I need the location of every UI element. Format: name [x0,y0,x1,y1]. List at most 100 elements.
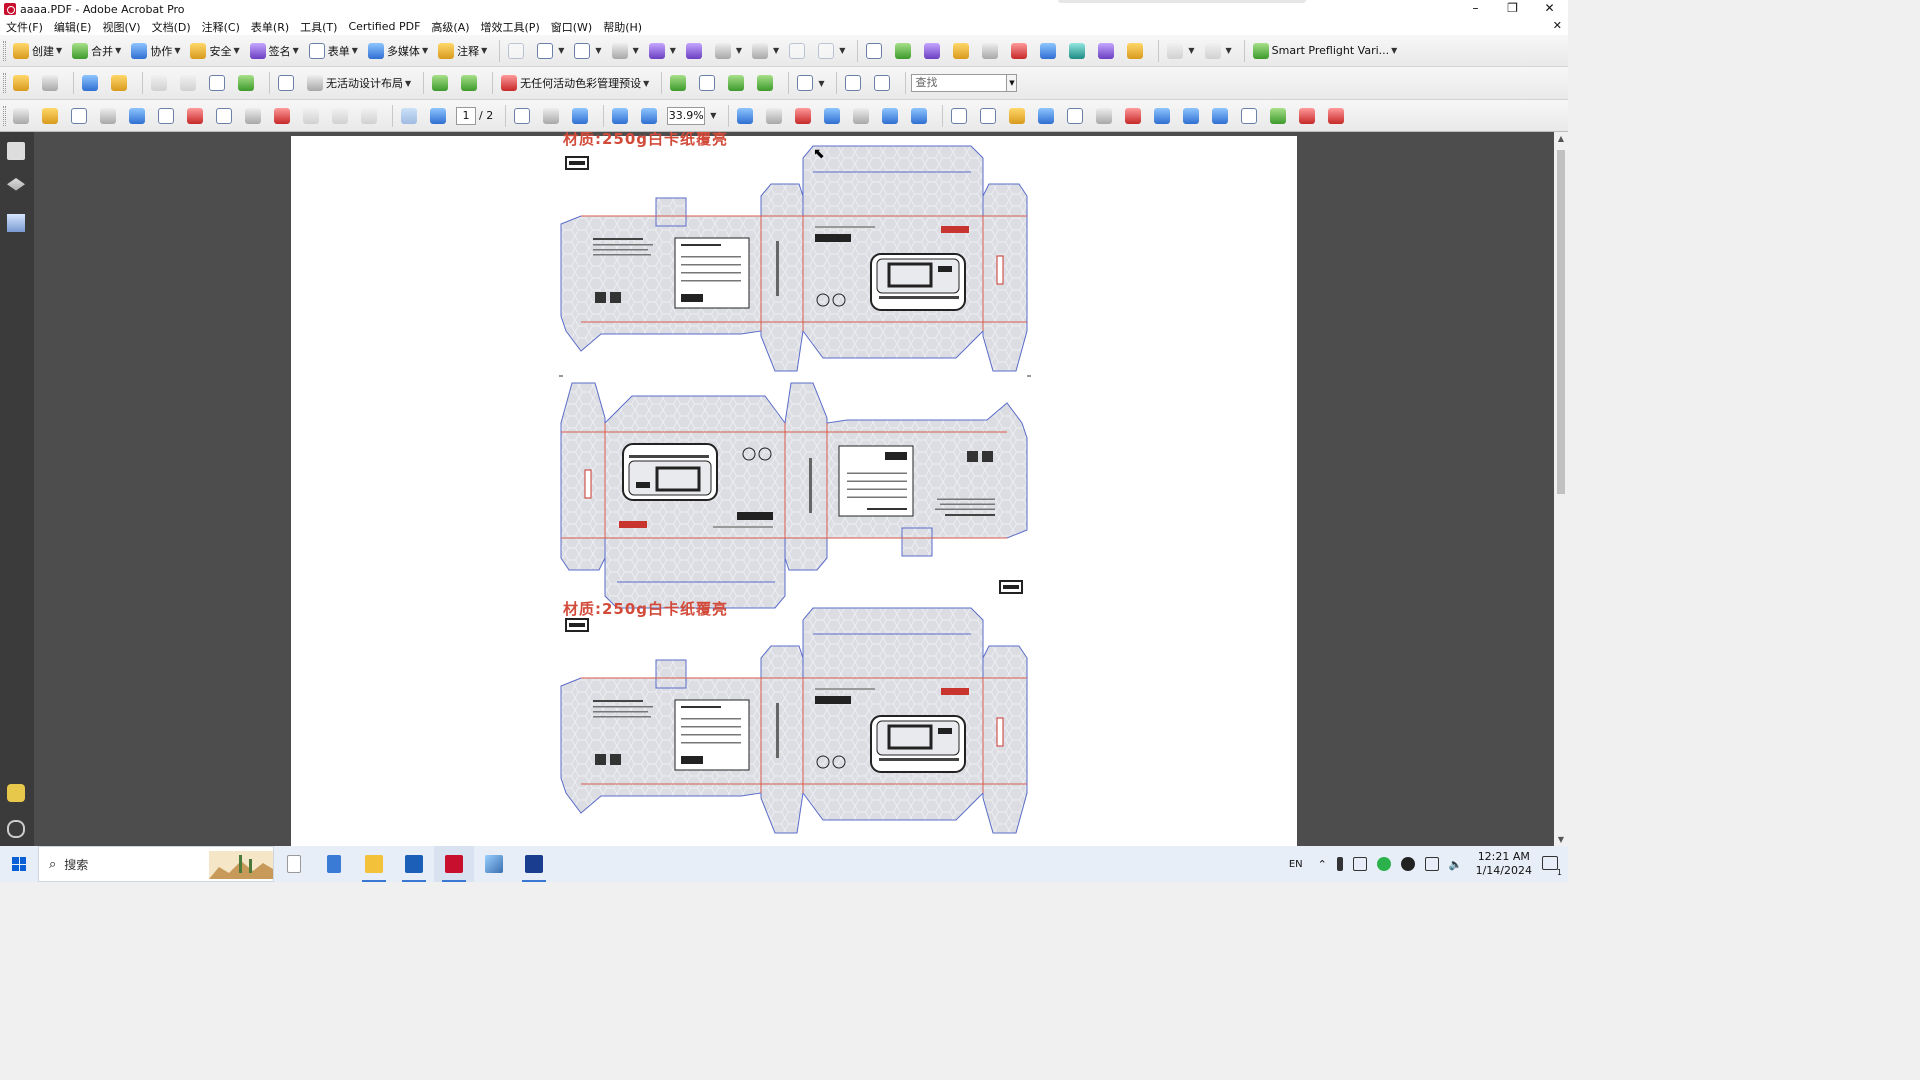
sign-button[interactable]: 签名 ▼ [247,39,302,63]
toolbar-grip-2[interactable] [3,73,6,93]
volume-icon[interactable]: 🔈 [1449,858,1463,871]
fit-page-button[interactable] [842,71,867,95]
print-tool-12[interactable] [1267,104,1292,128]
preflight-tool-2[interactable] [892,39,917,63]
print-tool-1[interactable] [948,104,973,128]
print-tool-4[interactable] [1035,104,1060,128]
notification-icon[interactable]: 1 [1542,855,1562,877]
close-button[interactable]: ✕ [1531,0,1568,18]
taskbar-app-feather[interactable] [474,846,514,882]
zoom-dropdown[interactable]: ▼ [705,104,719,128]
link-tool[interactable] [792,104,817,128]
edit-tool-10[interactable] [271,104,296,128]
web-capture-button[interactable] [79,71,104,95]
print-tool-5[interactable] [1064,104,1089,128]
secure-button[interactable]: 安全 ▼ [187,39,242,63]
preflight-tool-6[interactable] [1008,39,1033,63]
select-tool[interactable]: ▼ [534,39,567,63]
zoom-out-button[interactable] [609,104,634,128]
print-tool-14[interactable] [1325,104,1350,128]
qi-tool-2[interactable] [908,104,933,128]
clock[interactable]: 12:21 AM 1/14/2024 [1476,850,1532,878]
preflight-tool-8[interactable] [1066,39,1091,63]
print-tool-9[interactable] [1180,104,1205,128]
taskbar-app-publisher[interactable] [514,846,554,882]
menu-advanced[interactable]: 高级(A) [431,19,469,35]
font-tool[interactable] [683,39,708,63]
menu-plugins[interactable]: 增效工具(P) [481,19,540,35]
create-button[interactable]: 创建 ▼ [10,39,65,63]
taskbar-app-notes[interactable] [274,846,314,882]
preflight-tool-10[interactable] [1124,39,1149,63]
grid-button[interactable] [458,71,483,95]
start-button[interactable] [0,846,38,882]
select-object-tool[interactable] [505,39,530,63]
edit-tool-11[interactable] [300,104,325,128]
mail-button[interactable] [696,71,721,95]
vertical-scrollbar[interactable]: ▲ ▼ [1554,132,1568,846]
edit-tool-12[interactable] [329,104,354,128]
print-tool-3[interactable] [1006,104,1031,128]
taskbar-app-calculator[interactable] [314,846,354,882]
marquee-tool[interactable]: ▼ [571,39,604,63]
move-tool[interactable]: ▼ [609,39,642,63]
zoom-in-button[interactable] [638,104,663,128]
print-tool-11[interactable] [1238,104,1263,128]
edit-tool-7[interactable] [184,104,209,128]
preflight-tool-7[interactable] [1037,39,1062,63]
menu-comments[interactable]: 注释(C) [202,19,240,35]
design-layout-dropdown[interactable]: 无活动设计布局 ▼ [304,71,414,95]
email-button[interactable] [206,71,231,95]
pages-panel-icon[interactable] [7,142,25,160]
preflight-tool-5[interactable] [979,39,1004,63]
menu-forms[interactable]: 表单(R) [251,19,289,35]
transform-tool[interactable]: ▼ [712,39,745,63]
collaborate-button[interactable]: 协作 ▼ [128,39,183,63]
wechat-icon[interactable] [1376,857,1391,871]
network-share-icon[interactable] [1352,857,1367,871]
comments-panel-icon[interactable] [7,784,25,802]
close-document-button[interactable]: ✕ [1553,19,1562,32]
scroll-down-icon[interactable]: ▼ [1554,835,1568,844]
menu-certified-pdf[interactable]: Certified PDF [348,20,420,33]
print-tool-13[interactable] [1296,104,1321,128]
taskbar-search[interactable]: ⌕ 搜索 [38,846,274,882]
open-button[interactable] [10,71,35,95]
taskbar-app-explorer[interactable] [354,846,394,882]
preflight-tool-3[interactable] [921,39,946,63]
print-tool-2[interactable] [977,104,1002,128]
layout-tool-button[interactable] [275,71,300,95]
print-tool-10[interactable] [1209,104,1234,128]
edit-tool-4[interactable] [97,104,122,128]
previous-page-button[interactable] [398,104,423,128]
scrollbar-thumb[interactable] [1557,150,1565,494]
pattern-button[interactable] [725,71,750,95]
menu-file[interactable]: 文件(F) [6,19,43,35]
edit-tool-5[interactable] [126,104,151,128]
minimize-button[interactable]: – [1457,0,1494,18]
hand-tool[interactable] [540,104,565,128]
disabled-tool-2[interactable]: ▼ [1202,39,1235,63]
pdf-page[interactable]: 材质:250g白卡纸覆亮 材质:250g白卡纸覆亮 ⬉ [291,132,1297,846]
save-as-button[interactable] [177,71,202,95]
menu-help[interactable]: 帮助(H) [603,19,642,35]
page-number-input[interactable]: 1 [456,106,476,125]
edit-tool-6[interactable] [155,104,180,128]
layers-panel-icon[interactable] [7,178,25,191]
smart-preflight-button[interactable]: Smart Preflight Vari... ▼ [1250,39,1401,63]
toolbar-grip[interactable] [3,40,6,61]
signatures-panel-icon[interactable] [7,214,25,232]
attach-tool[interactable] [850,104,875,128]
menu-document[interactable]: 文档(D) [152,19,191,35]
upload-button[interactable] [235,71,260,95]
menu-view[interactable]: 视图(V) [102,19,140,35]
print-tool-7[interactable] [1122,104,1147,128]
tray-overflow-icon[interactable]: ⌃ [1318,858,1327,871]
fit-width-button[interactable] [871,71,896,95]
preflight-tool-1[interactable] [863,39,888,63]
edit-tool-1[interactable] [10,104,35,128]
zoom-level-input[interactable]: 33.9% [667,106,706,125]
select-text-tool[interactable] [511,104,536,128]
next-page-button[interactable] [427,104,452,128]
color-preset-dropdown[interactable]: 无任何活动色彩管理预设 ▼ [498,71,652,95]
